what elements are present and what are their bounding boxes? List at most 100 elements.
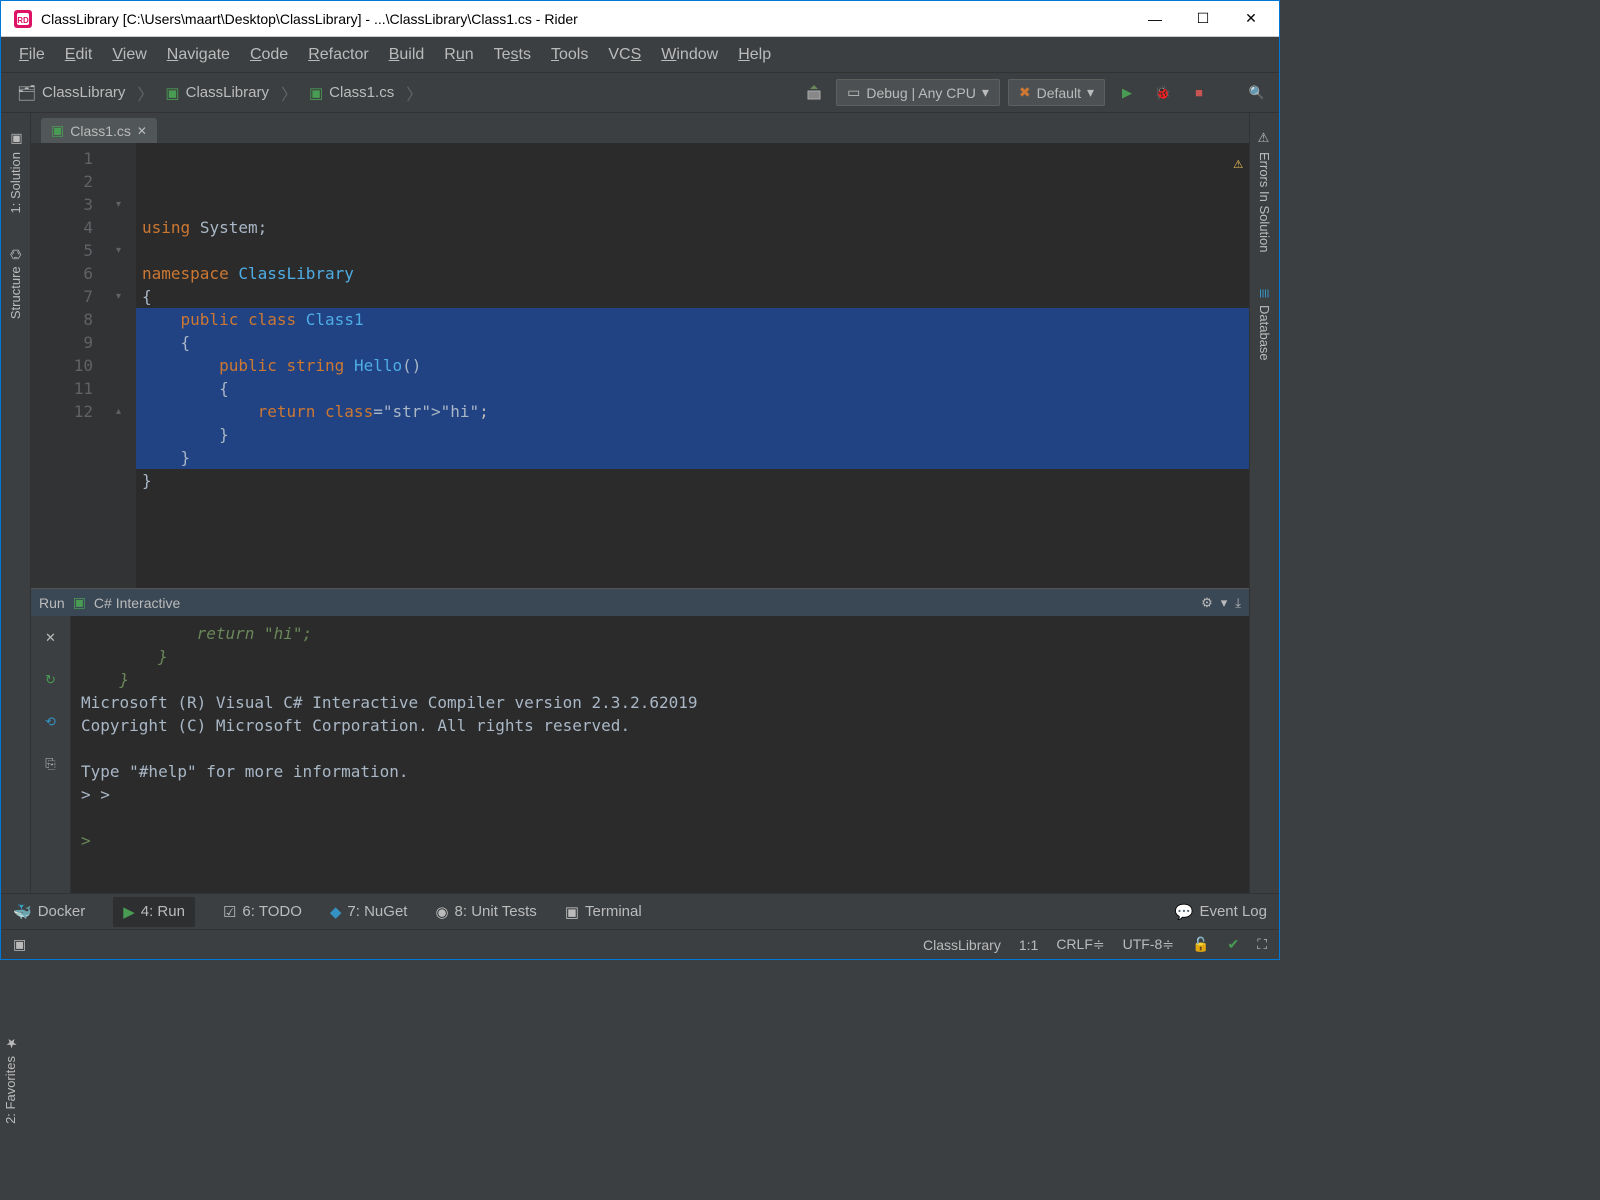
runconfig-label: Default bbox=[1037, 85, 1081, 101]
stop-button[interactable]: ■ bbox=[1185, 79, 1213, 107]
console-output[interactable]: return "hi"; } }Microsoft (R) Visual C# … bbox=[71, 616, 1249, 893]
menu-code[interactable]: Code bbox=[240, 40, 298, 70]
menu-refactor[interactable]: Refactor bbox=[298, 40, 378, 70]
run-icon: ▶ bbox=[123, 903, 135, 921]
menu-navigate[interactable]: Navigate bbox=[157, 40, 240, 70]
settings-icon[interactable]: ⚙ bbox=[1201, 595, 1213, 611]
structure-tool-button[interactable]: Structure⌬ bbox=[5, 239, 26, 329]
close-session-button[interactable]: ✕ bbox=[39, 626, 63, 650]
nuget-tool-button[interactable]: ◆7: NuGet bbox=[330, 903, 408, 921]
run-window-header[interactable]: Run ▣ C# Interactive ⚙ ▾ ⤓ bbox=[31, 589, 1249, 616]
minimize-button[interactable]: — bbox=[1143, 7, 1167, 31]
event-log-button[interactable]: 💬Event Log bbox=[1175, 903, 1267, 921]
breadcrumb-sep: 〉 bbox=[137, 81, 153, 105]
status-line-separator[interactable]: CRLF≑ bbox=[1056, 936, 1104, 953]
nuget-icon: ◆ bbox=[330, 903, 342, 921]
todo-tool-button[interactable]: ☑6: TODO bbox=[223, 903, 302, 921]
fold-marker[interactable]: ▾ bbox=[101, 285, 136, 308]
svg-text:RD: RD bbox=[17, 16, 29, 25]
favorites-tool-button[interactable]: 2: Favorites★ bbox=[0, 1025, 21, 1134]
run-tool-window: Run ▣ C# Interactive ⚙ ▾ ⤓ ✕ ↻ ⟲ ⎘ bbox=[31, 588, 1249, 893]
menu-tests[interactable]: Tests bbox=[484, 40, 541, 70]
breadcrumb-file[interactable]: ▣ Class1.cs bbox=[301, 80, 402, 106]
bottom-tool-bar: 🐳Docker ▶4: Run ☑6: TODO ◆7: NuGet ◉8: U… bbox=[1, 893, 1279, 929]
status-context[interactable]: ClassLibrary bbox=[923, 937, 1001, 953]
lock-icon[interactable]: 🔓 bbox=[1192, 936, 1209, 953]
menu-edit[interactable]: Edit bbox=[55, 40, 103, 70]
menu-help[interactable]: Help bbox=[728, 40, 781, 70]
reset-button[interactable]: ⟲ bbox=[39, 710, 63, 734]
editor[interactable]: 123456789101112 ▾ ▾ ▾ ▴ ⚠ using System;n… bbox=[31, 143, 1249, 588]
breadcrumb-label: Class1.cs bbox=[329, 84, 394, 101]
config-warning-icon: ✖ bbox=[1019, 84, 1031, 101]
menu-tools[interactable]: Tools bbox=[541, 40, 598, 70]
docker-tool-button[interactable]: 🐳Docker bbox=[13, 903, 85, 921]
chevron-down-icon: ▾ bbox=[982, 84, 989, 101]
status-bar: ▣ ClassLibrary 1:1 CRLF≑ UTF-8≑ 🔓 ✔ ⛶ bbox=[1, 929, 1279, 959]
tool-windows-icon[interactable]: ▣ bbox=[13, 936, 26, 953]
inspections-ok-icon[interactable]: ✔ bbox=[1227, 936, 1239, 953]
line-numbers: 123456789101112 bbox=[31, 143, 101, 588]
chevron-down-icon[interactable]: ▾ bbox=[1221, 595, 1228, 611]
code-area[interactable]: ⚠ using System;namespace ClassLibrary{ p… bbox=[136, 143, 1249, 588]
solution-icon: 🗂 bbox=[17, 84, 36, 102]
status-position[interactable]: 1:1 bbox=[1019, 937, 1038, 953]
search-everywhere-button[interactable]: 🔍 bbox=[1243, 79, 1271, 107]
hide-icon[interactable]: ⤓ bbox=[1235, 595, 1241, 611]
right-tool-rail: ⚠Errors In Solution ≣Database bbox=[1249, 113, 1279, 893]
run-configuration-selector[interactable]: ✖ Default ▾ bbox=[1008, 79, 1105, 106]
rerun-button[interactable]: ↻ bbox=[39, 668, 63, 692]
menu-file[interactable]: File bbox=[9, 40, 55, 70]
csharp-project-icon: ▣ bbox=[165, 84, 179, 102]
csharp-file-icon: ▣ bbox=[309, 84, 323, 102]
menu-view[interactable]: View bbox=[102, 40, 156, 70]
fold-marker[interactable]: ▾ bbox=[101, 193, 136, 216]
window-title: ClassLibrary [C:\Users\maart\Desktop\Cla… bbox=[41, 11, 1143, 27]
run-tool-button[interactable]: ▶4: Run bbox=[113, 897, 195, 927]
breadcrumb-label: ClassLibrary bbox=[186, 84, 269, 101]
tab-label: Class1.cs bbox=[70, 123, 131, 139]
close-button[interactable]: ✕ bbox=[1239, 7, 1263, 31]
editor-tab-class1[interactable]: ▣ Class1.cs ✕ bbox=[41, 118, 157, 143]
unit-tests-tool-button[interactable]: ◉8: Unit Tests bbox=[435, 903, 536, 921]
export-button[interactable]: ⎘ bbox=[39, 752, 63, 776]
breadcrumb-solution[interactable]: 🗂 ClassLibrary bbox=[9, 80, 133, 106]
menu-run[interactable]: Run bbox=[434, 40, 483, 70]
maximize-button[interactable]: ☐ bbox=[1191, 7, 1215, 31]
breadcrumb-sep: 〉 bbox=[406, 81, 422, 105]
docker-icon: 🐳 bbox=[13, 903, 32, 921]
build-configuration-selector[interactable]: ▭ Debug | Any CPU ▾ bbox=[836, 79, 1000, 106]
build-button[interactable] bbox=[800, 79, 828, 107]
chevron-down-icon: ▾ bbox=[1087, 84, 1094, 101]
csharp-interactive-icon: ▣ bbox=[73, 594, 86, 611]
fold-marker[interactable]: ▾ bbox=[101, 239, 136, 262]
processes-icon[interactable]: ⛶ bbox=[1257, 936, 1267, 953]
solution-tool-button[interactable]: 1: Solution▣ bbox=[5, 121, 26, 223]
database-tool-button[interactable]: ≣Database bbox=[1254, 278, 1275, 371]
warning-indicator-icon[interactable]: ⚠ bbox=[1233, 151, 1243, 174]
close-tab-icon[interactable]: ✕ bbox=[137, 124, 147, 138]
status-encoding[interactable]: UTF-8≑ bbox=[1123, 936, 1174, 953]
fold-marker[interactable]: ▴ bbox=[101, 400, 136, 423]
run-config-label: C# Interactive bbox=[94, 595, 180, 611]
todo-icon: ☑ bbox=[223, 903, 236, 921]
config-icon: ▭ bbox=[847, 84, 860, 101]
breadcrumb-sep: 〉 bbox=[281, 81, 297, 105]
run-label: Run bbox=[39, 595, 65, 611]
menu-window[interactable]: Window bbox=[651, 40, 728, 70]
menu-build[interactable]: Build bbox=[379, 40, 435, 70]
run-button[interactable]: ▶ bbox=[1113, 79, 1141, 107]
titlebar: RD ClassLibrary [C:\Users\maart\Desktop\… bbox=[1, 1, 1279, 37]
terminal-tool-button[interactable]: ▣Terminal bbox=[565, 903, 642, 921]
gutter: 123456789101112 ▾ ▾ ▾ ▴ bbox=[31, 143, 136, 588]
fold-column: ▾ ▾ ▾ ▴ bbox=[101, 143, 136, 588]
breadcrumb-project[interactable]: ▣ ClassLibrary bbox=[157, 80, 277, 106]
run-toolbar: ✕ ↻ ⟲ ⎘ bbox=[31, 616, 71, 893]
breadcrumbs: 🗂 ClassLibrary 〉 ▣ ClassLibrary 〉 ▣ Clas… bbox=[9, 80, 800, 106]
errors-tool-button[interactable]: ⚠Errors In Solution bbox=[1254, 121, 1275, 262]
menu-vcs[interactable]: VCS bbox=[598, 40, 651, 70]
csharp-file-icon: ▣ bbox=[51, 122, 64, 139]
editor-column: ▣ Class1.cs ✕ 123456789101112 ▾ ▾ ▾ ▴ bbox=[31, 113, 1249, 893]
editor-tabs: ▣ Class1.cs ✕ bbox=[31, 113, 1249, 143]
debug-button[interactable]: 🐞 bbox=[1149, 79, 1177, 107]
